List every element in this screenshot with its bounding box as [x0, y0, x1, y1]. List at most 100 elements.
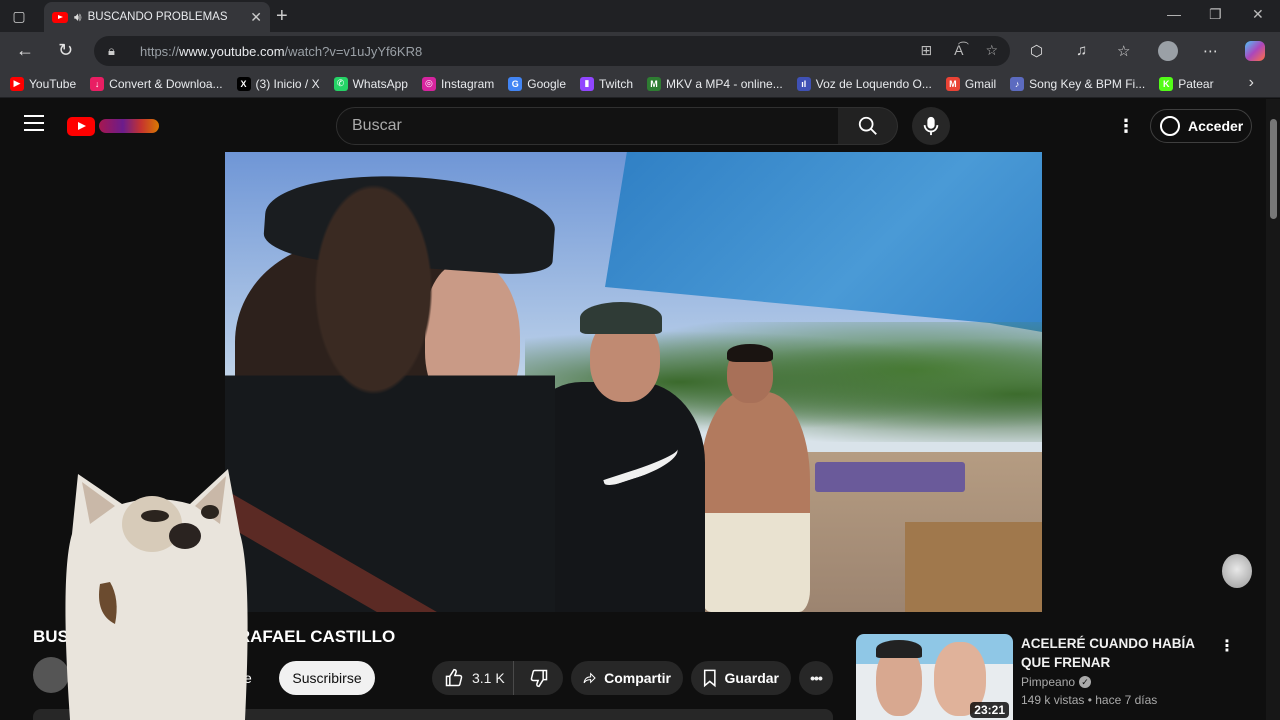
bookmarks-overflow-chevron-icon[interactable]: ›: [1249, 74, 1254, 92]
share-arrow-icon: [583, 672, 596, 684]
bookmark-favicon-icon: G: [508, 76, 523, 91]
video-person-shirtless-hair: [727, 344, 773, 362]
bookmark-label: MKV a MP4 - online...: [666, 76, 783, 91]
bookmark-label: Twitch: [599, 76, 634, 91]
favorites-icon[interactable]: ☆: [1117, 42, 1130, 60]
url-field[interactable]: 🔒︎ https://www.youtube.com/watch?v=v1uJy…: [94, 36, 1010, 66]
bookmark-favicon-icon: ♪: [1010, 76, 1025, 91]
url-text: https://www.youtube.com/watch?v=v1uJyYf6…: [140, 43, 423, 59]
video-person-nike-cap: [580, 302, 662, 334]
address-bar-row: ← ↻ 🔒︎ https://www.youtube.com/watch?v=v…: [0, 32, 1280, 70]
extensions-icon[interactable]: ⬡: [1030, 42, 1043, 60]
favorite-star-icon[interactable]: ☆: [985, 42, 998, 59]
video-player[interactable]: [225, 152, 1042, 612]
tab-actions-icon[interactable]: ▢: [10, 7, 28, 25]
microphone-icon: [923, 116, 939, 136]
bookmark-item[interactable]: K Patear: [1159, 76, 1214, 91]
bookmark-item[interactable]: ♪ Song Key & BPM Fi...: [1010, 76, 1146, 91]
save-button[interactable]: Guardar: [691, 661, 791, 695]
recommended-title[interactable]: ACELERÉ CUANDO HABÍA QUE FRENAR: [1021, 634, 1221, 672]
sign-in-button[interactable]: Acceder: [1150, 109, 1252, 143]
settings-more-icon[interactable]: ⋯: [1203, 42, 1218, 60]
page-scrollbar[interactable]: [1266, 99, 1280, 720]
youtube-doodle: [99, 119, 159, 133]
share-label: Compartir: [604, 670, 671, 686]
bookmark-item[interactable]: ✆ WhatsApp: [333, 76, 408, 91]
bookmark-label: Patear: [1178, 76, 1214, 91]
dislike-button[interactable]: [514, 661, 563, 695]
bookmark-favicon-icon: ▶: [10, 76, 24, 91]
bookmark-item[interactable]: ▶ YouTube: [10, 76, 77, 91]
youtube-page: Buscar ⋮ Acceder BUSCA S EN RAFAEL CASTI…: [0, 99, 1280, 720]
bookmark-label: Voz de Loquendo O...: [815, 76, 932, 91]
recommended-options-icon[interactable]: ⋮: [1219, 636, 1235, 656]
recommended-video[interactable]: 23:21 ACELERÉ CUANDO HABÍA QUE FRENAR Pi…: [856, 634, 1256, 720]
bookmark-label: Song Key & BPM Fi...: [1029, 76, 1146, 91]
settings-kebab-icon[interactable]: ⋮: [1117, 116, 1135, 137]
back-icon[interactable]: ←: [16, 40, 34, 61]
bookmark-favicon-icon: ✆: [333, 76, 348, 91]
more-actions-button[interactable]: •••: [799, 661, 833, 695]
pop-cat-overlay: [65, 469, 248, 720]
search-input[interactable]: Buscar: [336, 107, 839, 145]
bookmark-item[interactable]: G Google: [508, 76, 566, 91]
video-duration: 23:21: [970, 702, 1009, 718]
minimize-icon[interactable]: —: [1167, 6, 1181, 22]
lock-icon[interactable]: 🔒︎: [108, 43, 130, 59]
thumbnail-cap: [876, 640, 922, 658]
close-window-icon[interactable]: ✕: [1252, 6, 1264, 23]
bookmark-favicon-icon: X: [236, 76, 251, 91]
copilot-icon[interactable]: [1245, 41, 1265, 61]
bookmark-item[interactable]: M Gmail: [945, 76, 997, 91]
bookmark-item[interactable]: ıl Voz de Loquendo O...: [796, 76, 932, 91]
bookmark-favicon-icon: ıl: [796, 76, 811, 91]
recommended-thumbnail[interactable]: 23:21: [856, 634, 1013, 720]
bookmark-favicon-icon: M: [945, 76, 960, 91]
thumbs-down-icon: [530, 669, 547, 688]
new-tab-button[interactable]: +: [276, 5, 288, 28]
refresh-icon[interactable]: ↻: [58, 40, 73, 61]
youtube-logo[interactable]: [67, 116, 163, 136]
omnibox-icons: ⊞ A͡ ☆: [920, 42, 998, 59]
bookmark-label: Convert & Downloa...: [109, 76, 223, 91]
read-aloud-icon[interactable]: A͡: [954, 42, 963, 59]
bookmark-item[interactable]: ↓ Convert & Downloa...: [90, 76, 223, 91]
restore-icon[interactable]: ❐: [1209, 6, 1222, 23]
bookmark-label: YouTube: [29, 76, 77, 91]
profile-avatar-icon[interactable]: [1158, 41, 1178, 61]
bookmark-item[interactable]: M MKV a MP4 - online...: [647, 76, 783, 91]
bookmark-favicon-icon: ↓: [90, 76, 105, 91]
close-tab-icon[interactable]: ✕: [250, 9, 262, 26]
recommended-meta: 149 k vistas • hace 7 días: [1021, 693, 1158, 707]
bookmark-icon: [703, 669, 716, 688]
bookmark-favicon-icon: ▮: [580, 76, 594, 91]
youtube-favicon-icon: [52, 11, 68, 23]
bookmark-favicon-icon: M: [647, 76, 662, 91]
bookmark-item[interactable]: X (3) Inicio / X: [236, 76, 320, 91]
media-control-icon[interactable]: ♫: [1076, 42, 1087, 59]
bookmark-label: Google: [527, 76, 566, 91]
tab-title: BUSCANDO PROBLEMAS EN: [87, 11, 230, 23]
video-bench: [815, 462, 965, 492]
verified-check-icon: ✓: [1079, 676, 1092, 688]
scrollbar-thumb[interactable]: [1270, 119, 1277, 219]
recommended-channel[interactable]: Pimpeano ✓: [1021, 675, 1092, 689]
subscribe-button[interactable]: Suscribirse: [279, 661, 375, 695]
active-tab[interactable]: 🔊︎ BUSCANDO PROBLEMAS EN ✕: [44, 2, 270, 32]
audio-playing-icon[interactable]: 🔊︎: [74, 10, 82, 25]
voice-search-button[interactable]: [912, 107, 950, 145]
hamburger-menu-icon[interactable]: [24, 115, 44, 131]
bookmarks-bar: ▶ YouTube ↓ Convert & Downloa... X (3) Inicio…: [0, 70, 1280, 98]
bookmark-label: Gmail: [964, 76, 997, 91]
video-person-shirtless: [700, 392, 810, 612]
app-available-icon[interactable]: ⊞: [920, 42, 932, 59]
share-button[interactable]: Compartir: [571, 661, 683, 695]
bookmark-item[interactable]: ▮ Twitch: [580, 76, 634, 91]
bookmark-label: (3) Inicio / X: [255, 76, 320, 91]
floating-cat-sticker[interactable]: [1222, 554, 1252, 588]
browser-titlebar: ▢ 🔊︎ BUSCANDO PROBLEMAS EN ✕ + — ❐ ✕: [0, 0, 1280, 32]
bookmark-favicon-icon: K: [1159, 76, 1174, 91]
search-button[interactable]: [838, 107, 898, 145]
bookmark-item[interactable]: ◎ Instagram: [421, 76, 494, 91]
like-button[interactable]: 3.1 K: [432, 661, 514, 695]
